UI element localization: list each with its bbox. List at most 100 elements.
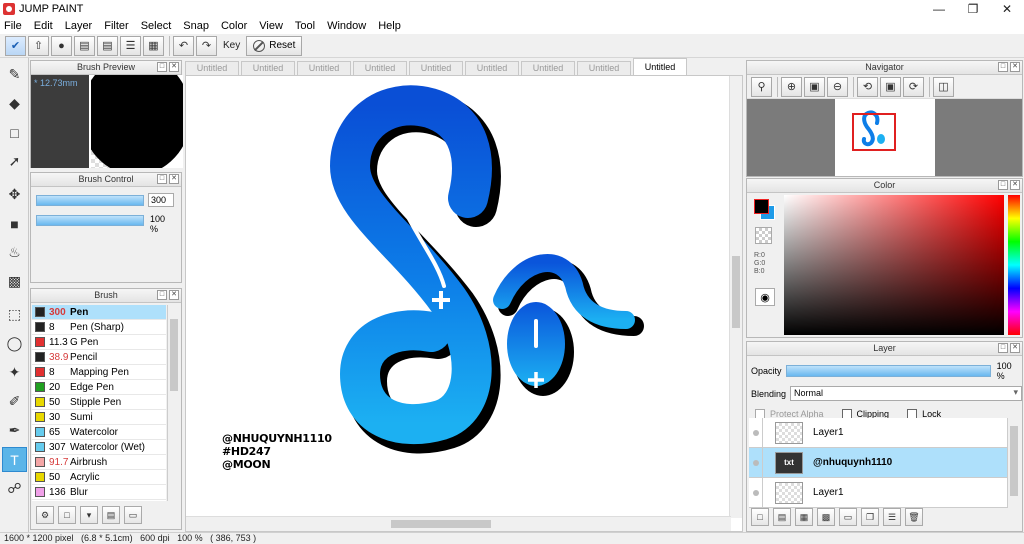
- document-tab[interactable]: Untitled: [241, 61, 295, 75]
- minimize-button[interactable]: —: [922, 0, 956, 17]
- eyedropper-tool-icon[interactable]: ☍: [2, 476, 27, 501]
- brush-opacity-slider[interactable]: [36, 214, 144, 226]
- panel-close-icon[interactable]: ✕: [169, 290, 179, 300]
- document-tab[interactable]: Untitled: [185, 61, 239, 75]
- layer-opacity-slider[interactable]: [785, 365, 991, 377]
- saturation-value-picker[interactable]: [784, 195, 1004, 335]
- brush-menu-icon[interactable]: ▾: [80, 506, 98, 524]
- merge-layer-icon[interactable]: ☰: [883, 508, 901, 526]
- brush-settings-icon[interactable]: ⚙: [36, 506, 54, 524]
- blending-mode-select[interactable]: Normal: [790, 386, 1022, 401]
- brush-item[interactable]: 65 Watercolor: [32, 425, 166, 440]
- fit-icon[interactable]: ▣: [804, 76, 825, 97]
- lasso-tool-icon[interactable]: ◯: [2, 331, 27, 356]
- maximize-button[interactable]: ❐: [956, 0, 990, 17]
- check-icon[interactable]: ✔: [5, 35, 26, 56]
- brush-size-slider[interactable]: [36, 194, 144, 206]
- brush-item[interactable]: 91.7 Airbrush: [32, 455, 166, 470]
- brush-item[interactable]: 300 Pen: [32, 305, 166, 320]
- fill-rect-tool-icon[interactable]: ■: [2, 211, 27, 236]
- document-tab[interactable]: Untitled: [521, 61, 575, 75]
- menu-snap[interactable]: Snap: [183, 20, 209, 32]
- duplicate-layer-icon[interactable]: ❐: [861, 508, 879, 526]
- panel-float-icon[interactable]: □: [157, 174, 167, 184]
- menu-edit[interactable]: Edit: [34, 20, 53, 32]
- brush-item[interactable]: 8 Pen (Sharp): [32, 320, 166, 335]
- panel-float-icon[interactable]: □: [998, 180, 1008, 190]
- grid-settings-icon[interactable]: ▦: [143, 35, 164, 56]
- panel-close-icon[interactable]: ✕: [1010, 343, 1020, 353]
- layer-visibility-icon[interactable]: [749, 447, 763, 478]
- bucket-tool-icon[interactable]: ♨: [2, 240, 27, 265]
- menu-color[interactable]: Color: [221, 20, 247, 32]
- brush-item[interactable]: 50 Stipple Pen: [32, 395, 166, 410]
- new-halftone-layer-icon[interactable]: ▦: [795, 508, 813, 526]
- menu-view[interactable]: View: [259, 20, 283, 32]
- text-tool-icon[interactable]: T: [2, 447, 27, 472]
- document-tab[interactable]: Untitled: [409, 61, 463, 75]
- brush-item[interactable]: 20 Edge Pen: [32, 380, 166, 395]
- brush-item[interactable]: 30 Sumi: [32, 410, 166, 425]
- new-raster-layer-icon[interactable]: ▤: [773, 508, 791, 526]
- magic-wand-tool-icon[interactable]: ✦: [2, 360, 27, 385]
- brush-list-scrollbar[interactable]: [167, 305, 180, 501]
- menu-help[interactable]: Help: [378, 20, 401, 32]
- eraser-tool-icon[interactable]: ◆: [2, 91, 27, 116]
- reset-button[interactable]: Reset: [246, 35, 303, 56]
- close-button[interactable]: ✕: [990, 0, 1024, 17]
- undo-icon[interactable]: ↶: [173, 35, 194, 56]
- layer-list-scrollbar[interactable]: [1007, 418, 1020, 508]
- navigator-viewport-rect[interactable]: [852, 113, 896, 151]
- brush-folder-icon[interactable]: ▭: [124, 506, 142, 524]
- menu-select[interactable]: Select: [141, 20, 172, 32]
- rect-select-tool-icon[interactable]: ⬚: [2, 302, 27, 327]
- copy-brush-icon[interactable]: ▤: [102, 506, 120, 524]
- layer-row[interactable]: Layer1: [749, 417, 1007, 448]
- document-tab[interactable]: Untitled: [465, 61, 519, 75]
- reset-rotate-icon[interactable]: ▣: [880, 76, 901, 97]
- panel-close-icon[interactable]: ✕: [1010, 62, 1020, 72]
- rotate-right-icon[interactable]: ⟳: [903, 76, 924, 97]
- brush-size-input[interactable]: 300: [148, 193, 174, 207]
- layer-row[interactable]: Layer1: [749, 477, 1007, 508]
- select-eraser-tool-icon[interactable]: ✒: [2, 418, 27, 443]
- zoom-out-icon[interactable]: ⊖: [827, 76, 848, 97]
- layer-visibility-icon[interactable]: [749, 417, 763, 448]
- redo-icon[interactable]: ↷: [196, 35, 217, 56]
- panel-float-icon[interactable]: □: [998, 343, 1008, 353]
- menu-filter[interactable]: Filter: [104, 20, 128, 32]
- brush-item[interactable]: 38.9 Pencil: [32, 350, 166, 365]
- select-pen-tool-icon[interactable]: ✐: [2, 389, 27, 414]
- document-icon[interactable]: ▤: [97, 35, 118, 56]
- rotate-left-icon[interactable]: ⟲: [857, 76, 878, 97]
- menu-tool[interactable]: Tool: [295, 20, 315, 32]
- brush-item[interactable]: 307 Watercolor (Wet): [32, 440, 166, 455]
- menu-window[interactable]: Window: [327, 20, 366, 32]
- share-icon[interactable]: ⇧: [28, 35, 49, 56]
- canvas-vertical-scrollbar[interactable]: [729, 76, 742, 518]
- canvas-horizontal-scrollbar[interactable]: [186, 516, 731, 531]
- new-layer-icon[interactable]: □: [751, 508, 769, 526]
- canvas-area[interactable]: @NHUQUYNH1110 #HD247 @MOON: [185, 75, 743, 532]
- panel-float-icon[interactable]: □: [998, 62, 1008, 72]
- panel-close-icon[interactable]: ✕: [169, 174, 179, 184]
- layer-row[interactable]: txt @nhuquynh1110: [749, 447, 1007, 478]
- message-icon[interactable]: ▤: [74, 35, 95, 56]
- foreground-color-swatch[interactable]: [754, 199, 769, 214]
- menu-layer[interactable]: Layer: [65, 20, 93, 32]
- brush-item[interactable]: 50 Acrylic: [32, 470, 166, 485]
- document-tab[interactable]: Untitled: [633, 58, 687, 75]
- transparent-color-swatch[interactable]: [755, 227, 772, 244]
- document-tab[interactable]: Untitled: [353, 61, 407, 75]
- list-icon[interactable]: ☰: [120, 35, 141, 56]
- line-tool-icon[interactable]: ➚: [2, 149, 27, 174]
- flip-icon[interactable]: ◫: [933, 76, 954, 97]
- panel-float-icon[interactable]: □: [157, 290, 167, 300]
- document-tab[interactable]: Untitled: [297, 61, 351, 75]
- new-brush-icon[interactable]: □: [58, 506, 76, 524]
- layer-visibility-icon[interactable]: [749, 477, 763, 508]
- hue-slider[interactable]: [1008, 195, 1020, 335]
- palette-icon[interactable]: ◉: [755, 288, 775, 306]
- panel-close-icon[interactable]: ✕: [169, 62, 179, 72]
- gradient-tool-icon[interactable]: ▩: [2, 269, 27, 294]
